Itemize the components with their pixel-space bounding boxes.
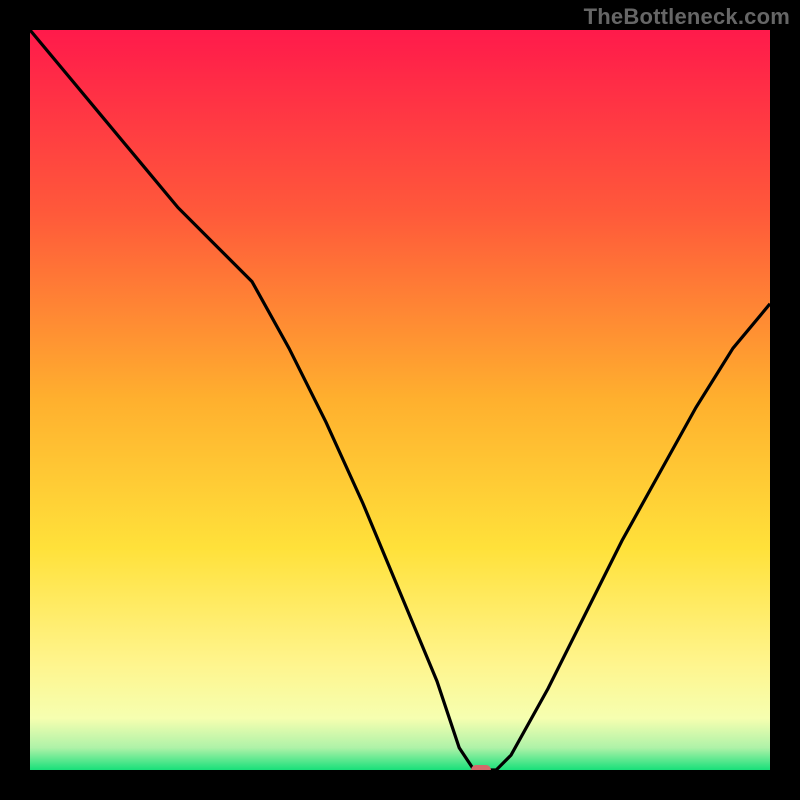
optimal-point-marker	[471, 765, 491, 770]
bottleneck-curve-svg	[30, 30, 770, 770]
chart-frame: TheBottleneck.com	[0, 0, 800, 800]
bottleneck-curve-path	[30, 30, 770, 770]
plot-area	[30, 30, 770, 770]
watermark-text: TheBottleneck.com	[584, 4, 790, 30]
